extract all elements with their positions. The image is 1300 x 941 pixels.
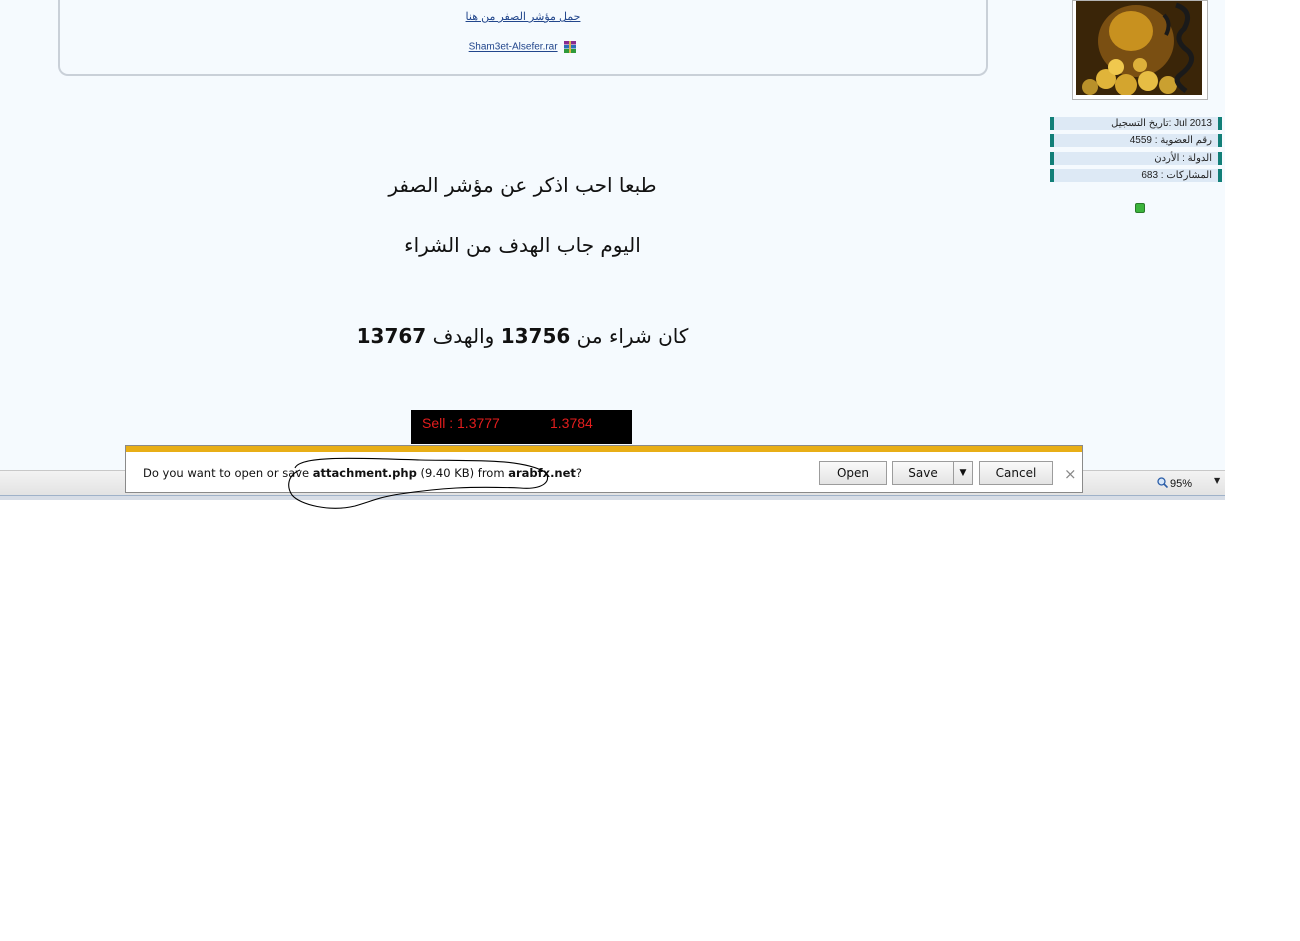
user-country: الدولة : الأردن — [1050, 152, 1222, 165]
download-filename: attachment.php — [312, 466, 417, 480]
user-join-date: تاريخ التسجيل: Jul 2013 — [1050, 117, 1222, 130]
cancel-button[interactable]: Cancel — [979, 461, 1053, 485]
close-notification-icon[interactable]: × — [1064, 465, 1077, 483]
sell-price: Sell : 1.3777 — [422, 415, 500, 431]
taskbar-edge — [0, 495, 1225, 500]
msg-suffix: ? — [575, 466, 583, 480]
post-content-box: حمل مؤشر الصفر من هنا Sham3et-Alsefer.ra… — [58, 0, 988, 76]
rar-archive-icon — [564, 41, 577, 53]
user-member-number: رقم العضوية : 4559 — [1050, 134, 1222, 147]
zoom-control[interactable]: 95% — [1157, 477, 1192, 490]
post-text-line-1: طبعا احب اذكر عن مؤشر الصفر — [388, 173, 657, 197]
avatar-image — [1076, 1, 1202, 95]
attachment-row[interactable]: Sham3et-Alsefer.rar — [60, 40, 986, 54]
price-ticker-image: Sell : 1.3777 1.3784 — [411, 410, 632, 444]
user-post-count: المشاركات : 683 — [1050, 169, 1222, 182]
download-site: arabfx.net — [508, 466, 576, 480]
download-notification-bar: Do you want to open or save attachment.p… — [125, 445, 1083, 493]
zoom-magnifier-icon — [1157, 477, 1169, 489]
page-viewport: حمل مؤشر الصفر من هنا Sham3et-Alsefer.ra… — [0, 0, 1225, 470]
msg-prefix: Do you want to open or save — [143, 466, 313, 480]
zoom-level: 95% — [1170, 478, 1193, 490]
download-message: Do you want to open or save attachment.p… — [143, 466, 582, 480]
save-options-dropdown-icon[interactable]: ▼ — [953, 461, 973, 485]
target-price-value: 13767 — [356, 324, 427, 348]
post-text-line-2: اليوم جاب الهدف من الشراء — [404, 233, 641, 257]
line3-prefix: كان شراء من — [576, 324, 689, 348]
notification-accent — [126, 446, 1082, 452]
buy-price: 1.3784 — [550, 415, 593, 431]
attachment-filename[interactable]: Sham3et-Alsefer.rar — [469, 42, 558, 53]
download-indicator-link[interactable]: حمل مؤشر الصفر من هنا — [60, 10, 986, 23]
buy-price-value: 13756 — [500, 324, 571, 348]
open-button[interactable]: Open — [819, 461, 887, 485]
post-text-line-3: كان شراء من 13756 والهدف 13767 — [0, 324, 1045, 348]
user-avatar[interactable] — [1072, 0, 1208, 100]
save-button[interactable]: Save — [892, 461, 954, 485]
zoom-dropdown-arrow-icon[interactable]: ▼ — [1214, 476, 1220, 485]
download-size: (9.40 KB) from — [416, 466, 509, 480]
line3-mid: والهدف — [432, 324, 495, 348]
online-status-icon — [1135, 203, 1145, 213]
